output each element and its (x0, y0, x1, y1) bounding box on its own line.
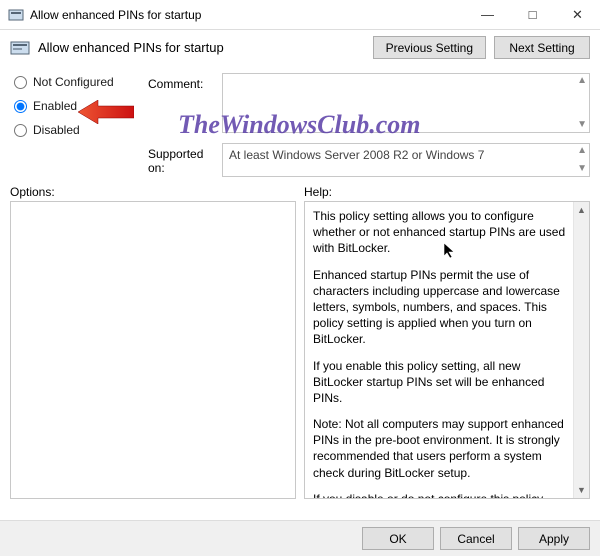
supported-textbox: At least Windows Server 2008 R2 or Windo… (222, 143, 590, 177)
dialog-footer: OK Cancel Apply (0, 520, 600, 556)
cancel-button[interactable]: Cancel (440, 527, 512, 550)
help-scrollbar[interactable]: ▲ ▼ (573, 202, 589, 498)
options-column: Options: (10, 185, 296, 499)
help-p3: If you enable this policy setting, all n… (313, 358, 571, 407)
policy-large-icon (10, 38, 30, 58)
window-controls: — □ ✕ (465, 0, 600, 29)
policy-icon (8, 7, 24, 23)
supported-row: Supported on: At least Windows Server 20… (0, 137, 600, 177)
scroll-track[interactable] (574, 218, 589, 482)
radio-not-configured-label: Not Configured (33, 75, 114, 89)
radio-not-configured[interactable]: Not Configured (14, 75, 144, 89)
radio-enabled[interactable]: Enabled (14, 99, 144, 113)
title-bar: Allow enhanced PINs for startup — □ ✕ (0, 0, 600, 30)
config-grid: Not Configured Enabled Disabled Comment:… (0, 69, 600, 137)
comment-label: Comment: (148, 73, 218, 137)
previous-setting-button[interactable]: Previous Setting (373, 36, 486, 59)
policy-subtitle: Allow enhanced PINs for startup (38, 40, 365, 55)
close-button[interactable]: ✕ (555, 0, 600, 29)
radio-disabled-input[interactable] (14, 124, 27, 137)
help-label: Help: (304, 185, 590, 199)
help-p1: This policy setting allows you to config… (313, 208, 571, 257)
help-panel[interactable]: This policy setting allows you to config… (304, 201, 590, 499)
scroll-up-icon[interactable]: ▲ (577, 76, 587, 86)
scroll-down-icon[interactable]: ▼ (574, 482, 589, 498)
lower-panels: Options: Help: This policy setting allow… (0, 177, 600, 499)
scroll-down-icon[interactable]: ▼ (577, 164, 587, 174)
supported-label: Supported on: (148, 143, 218, 177)
next-setting-button[interactable]: Next Setting (494, 36, 590, 59)
help-p5: If you disable or do not configure this … (313, 491, 571, 499)
minimize-button[interactable]: — (465, 0, 510, 29)
radio-enabled-label: Enabled (33, 99, 77, 113)
window-title: Allow enhanced PINs for startup (30, 8, 465, 22)
options-panel[interactable] (10, 201, 296, 499)
ok-button[interactable]: OK (362, 527, 434, 550)
scroll-up-icon[interactable]: ▲ (574, 202, 589, 218)
apply-button[interactable]: Apply (518, 527, 590, 550)
help-p4: Note: Not all computers may support enha… (313, 416, 571, 481)
state-radios: Not Configured Enabled Disabled (14, 73, 144, 137)
help-column: Help: This policy setting allows you to … (304, 185, 590, 499)
radio-disabled-label: Disabled (33, 123, 80, 137)
scroll-up-icon[interactable]: ▲ (577, 146, 587, 156)
supported-value: At least Windows Server 2008 R2 or Windo… (229, 148, 484, 162)
options-label: Options: (10, 185, 296, 199)
comment-textarea[interactable]: ▲ ▼ (222, 73, 590, 133)
scroll-down-icon[interactable]: ▼ (577, 120, 587, 130)
help-p2: Enhanced startup PINs permit the use of … (313, 267, 571, 348)
radio-not-configured-input[interactable] (14, 76, 27, 89)
maximize-button[interactable]: □ (510, 0, 555, 29)
radio-disabled[interactable]: Disabled (14, 123, 144, 137)
radio-enabled-input[interactable] (14, 100, 27, 113)
header-row: Allow enhanced PINs for startup Previous… (0, 30, 600, 69)
